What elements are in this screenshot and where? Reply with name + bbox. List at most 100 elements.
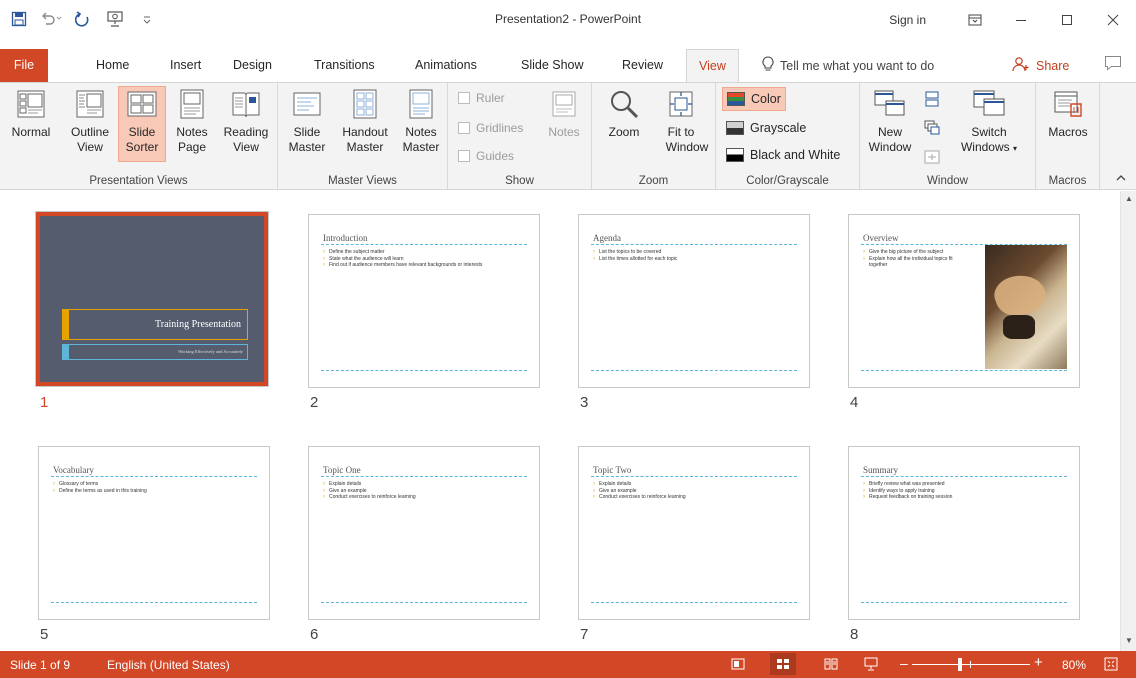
reading-view-button[interactable]: Reading View [218, 87, 274, 155]
vertical-scrollbar[interactable]: ▲ ▼ [1120, 191, 1136, 651]
grayscale-button[interactable]: Grayscale [722, 116, 810, 140]
slide-thumbnail-8[interactable]: Summary Briefly review what was presente… [848, 446, 1080, 620]
fit-label-1: Fit to [667, 125, 695, 139]
fit-to-window-button[interactable]: Fit to Window [652, 87, 710, 155]
slide-3-bullets: List the topics to be covered List the t… [593, 249, 795, 262]
minimize-icon[interactable] [998, 0, 1044, 40]
bullet: Explain how all the individual topics fi… [863, 256, 971, 269]
zoom-in-icon[interactable]: + [1034, 654, 1043, 671]
slide-2-bullets: Define the subject matter State what the… [323, 249, 525, 269]
slide-master-label-2: Master [288, 140, 326, 154]
tell-me-search[interactable]: Tell me what you want to do [762, 56, 934, 75]
zoom-out-icon[interactable]: – [900, 655, 908, 671]
language-indicator[interactable]: English (United States) [107, 658, 230, 672]
notes-pane-icon [547, 87, 581, 121]
macros-button[interactable]: Macros [1042, 87, 1094, 140]
tab-transitions[interactable]: Transitions [314, 49, 375, 82]
tab-file[interactable]: File [0, 49, 48, 82]
color-button[interactable]: Color [722, 87, 786, 111]
cascade-icon[interactable] [924, 120, 940, 139]
guides-checkbox[interactable]: Guides [458, 149, 514, 163]
comment-icon[interactable] [1104, 55, 1122, 74]
slide-sorter-status-icon[interactable] [770, 653, 796, 675]
slide-sorter-button[interactable]: Slide Sorter [118, 86, 166, 162]
switch-label-2-text: Windows [960, 140, 1010, 154]
slide-thumbnail-3[interactable]: Agenda List the topics to be covered Lis… [578, 214, 810, 388]
close-icon[interactable] [1090, 0, 1136, 40]
title-bar: Presentation2 - PowerPoint Sign in [0, 0, 1136, 40]
tab-slide-show[interactable]: Slide Show [521, 49, 584, 82]
zoom-slider-thumb[interactable] [958, 658, 962, 671]
ruler-checkbox[interactable]: Ruler [458, 91, 505, 105]
scroll-down-icon[interactable]: ▼ [1124, 636, 1134, 648]
zoom-slider-track[interactable] [912, 664, 1030, 665]
tab-review[interactable]: Review [622, 49, 663, 82]
fit-slide-status-icon[interactable] [1102, 656, 1120, 672]
black-white-button[interactable]: Black and White [722, 143, 844, 167]
share-button[interactable]: Share [1012, 56, 1069, 75]
notes-page-icon [175, 87, 209, 121]
notes-master-label-1: Notes [405, 125, 437, 139]
move-split-icon[interactable] [924, 149, 940, 168]
slide-thumbnail-5[interactable]: Vocabulary Glossary of terms Define the … [38, 446, 270, 620]
normal-view-status-icon[interactable] [729, 656, 747, 672]
tab-home[interactable]: Home [96, 49, 129, 82]
handout-master-button[interactable]: Handout Master [332, 87, 398, 155]
slide-5-title: Vocabulary [53, 465, 94, 475]
tab-design[interactable]: Design [233, 49, 272, 82]
scroll-up-icon[interactable]: ▲ [1124, 194, 1134, 206]
slide-thumbnail-6[interactable]: Topic One Explain details Give an exampl… [308, 446, 540, 620]
footer-line [591, 602, 797, 603]
slide-thumbnail-2[interactable]: Introduction Define the subject matter S… [308, 214, 540, 388]
notes-page-button[interactable]: Notes Page [168, 87, 216, 155]
bullet: List the times allotted for each topic [593, 256, 795, 263]
switch-label-1: Switch [971, 125, 1007, 139]
title-slide-background: Training Presentation Working Effectivel… [40, 216, 264, 382]
zoom-level[interactable]: 80% [1062, 658, 1086, 672]
slide-count[interactable]: Slide 1 of 9 [10, 658, 70, 672]
slide-thumbnail-4[interactable]: Overview Give the big picture of the sub… [848, 214, 1080, 388]
outline-view-icon [73, 87, 107, 121]
slide-master-icon [290, 87, 324, 121]
maximize-icon[interactable] [1044, 0, 1090, 40]
master-views-label: Master Views [328, 175, 397, 187]
arrange-all-icon[interactable] [924, 91, 940, 110]
gridlines-label: Gridlines [476, 121, 524, 135]
normal-view-button[interactable]: Normal [2, 87, 60, 140]
reading-view-status-icon[interactable] [822, 656, 840, 672]
title-underline [321, 244, 527, 245]
tab-insert[interactable]: Insert [170, 49, 201, 82]
color-grayscale-group: Color Grayscale Black and White Color/Gr… [716, 83, 860, 189]
ruler-label: Ruler [476, 91, 505, 105]
macros-group-label: Macros [1048, 175, 1087, 187]
outline-label-1: Outline [70, 125, 110, 139]
slide-1-title: Training Presentation [154, 319, 241, 330]
slide-number-8: 8 [850, 626, 859, 643]
notes-master-button[interactable]: Notes Master [398, 87, 444, 155]
tab-animations[interactable]: Animations [415, 49, 477, 82]
lightbulb-icon [762, 56, 774, 75]
new-window-button[interactable]: New Window [864, 87, 916, 155]
normal-label: Normal [11, 125, 51, 139]
tab-view[interactable]: View [686, 49, 739, 83]
slide-thumbnail-7[interactable]: Topic Two Explain details Give an exampl… [578, 446, 810, 620]
ribbon-display-icon[interactable] [952, 0, 998, 40]
notes-toggle-button[interactable]: Notes [544, 87, 584, 140]
slide-4-bullets: Give the big picture of the subject Expl… [863, 249, 971, 269]
gridlines-checkbox[interactable]: Gridlines [458, 121, 523, 135]
sign-in-link[interactable]: Sign in [889, 13, 926, 27]
zoom-button[interactable]: Zoom [600, 87, 648, 140]
slide-thumbnail-1[interactable]: Training Presentation Working Effectivel… [35, 211, 269, 387]
slideshow-status-icon[interactable] [862, 656, 880, 672]
switch-windows-button[interactable]: Switch Windows ▾ [956, 87, 1022, 156]
handout-master-label-1: Handout [342, 125, 388, 139]
share-label: Share [1036, 58, 1070, 73]
collapse-ribbon-icon[interactable] [1116, 173, 1126, 185]
outline-view-button[interactable]: Outline View [62, 87, 118, 155]
sorter-label-1: Slide [128, 125, 156, 139]
handout-master-label-2: Master [346, 140, 384, 154]
reading-label-2: View [233, 140, 259, 154]
slide-master-button[interactable]: Slide Master [284, 87, 330, 155]
footer-line [591, 370, 797, 371]
fit-window-icon [664, 87, 698, 121]
